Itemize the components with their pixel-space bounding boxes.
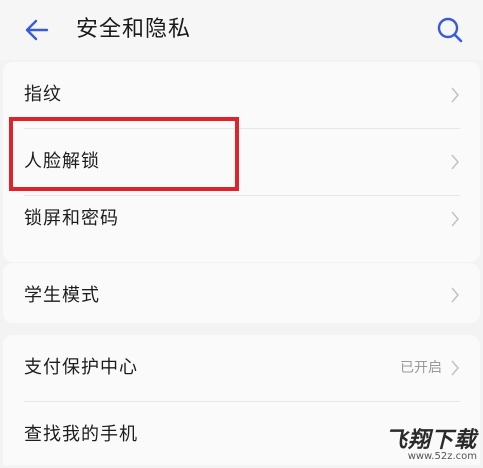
page-title: 安全和隐私 bbox=[76, 17, 192, 42]
watermark-title: 飞翔下载 bbox=[384, 427, 477, 453]
settings-item-label: 查找我的手机 bbox=[24, 424, 138, 445]
settings-group-1: 指纹 人脸解锁 锁屏和密码 bbox=[3, 62, 480, 262]
status-value: 已开启 bbox=[400, 360, 442, 376]
back-arrow-icon[interactable] bbox=[22, 15, 52, 45]
settings-item-lockscreen-password[interactable]: 锁屏和密码 bbox=[3, 186, 480, 252]
settings-item-label: 指纹 bbox=[24, 84, 62, 105]
settings-item-label: 锁屏和密码 bbox=[24, 208, 119, 229]
settings-item-payment-protection[interactable]: 支付保护中心 已开启 bbox=[3, 335, 480, 401]
chevron-right-icon bbox=[451, 211, 460, 227]
chevron-right-icon bbox=[451, 360, 460, 376]
app-bar: 安全和隐私 bbox=[0, 0, 483, 60]
settings-item-fingerprint[interactable]: 指纹 bbox=[3, 62, 480, 128]
settings-item-student-mode[interactable]: 学生模式 bbox=[3, 263, 480, 323]
search-icon[interactable] bbox=[434, 14, 466, 46]
settings-item-label: 学生模式 bbox=[24, 285, 100, 306]
watermark-logo: 飞翔下载 www.52z.com bbox=[385, 429, 477, 463]
chevron-right-icon bbox=[451, 287, 460, 303]
chevron-right-icon bbox=[451, 87, 460, 103]
settings-item-label: 支付保护中心 bbox=[24, 357, 138, 378]
chevron-right-icon bbox=[451, 154, 460, 170]
settings-group-2: 学生模式 bbox=[3, 263, 480, 323]
